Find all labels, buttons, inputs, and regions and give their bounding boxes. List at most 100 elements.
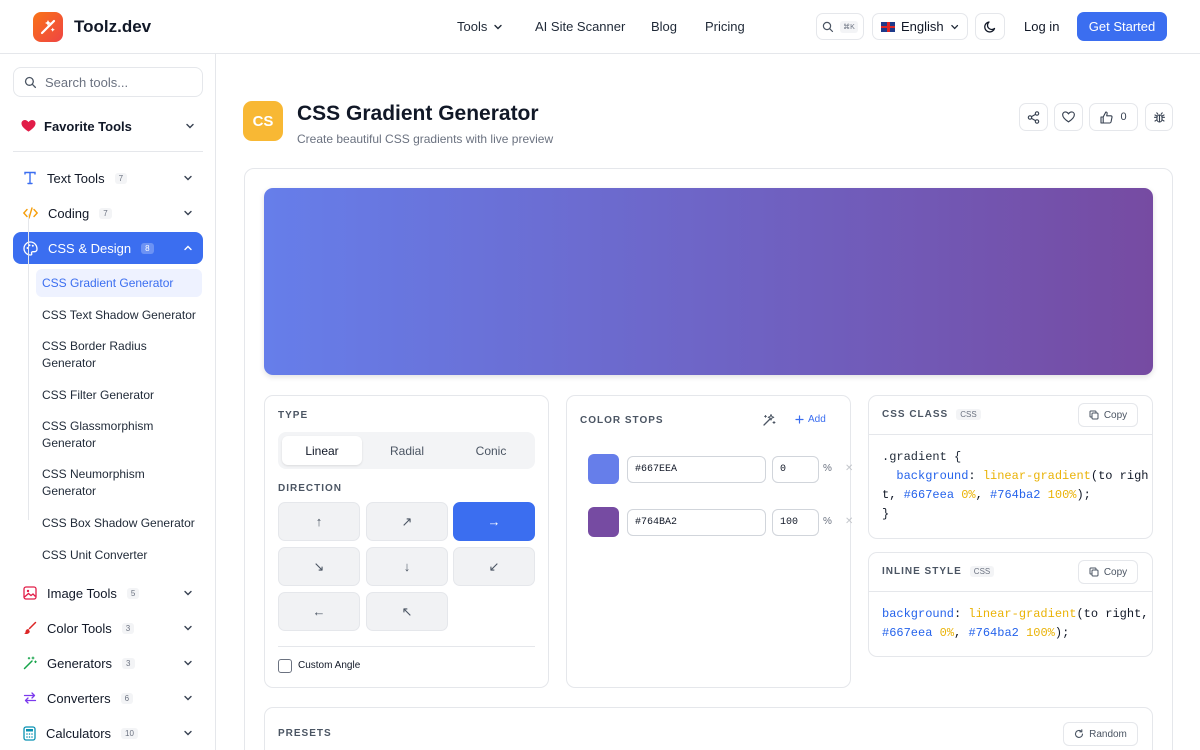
sidebar-tool-css-unit-converter[interactable]: CSS Unit Converter bbox=[36, 546, 202, 564]
share-button[interactable] bbox=[1019, 103, 1048, 131]
direction-down-left-button[interactable]: ↙ bbox=[453, 547, 535, 586]
css-class-code[interactable]: .gradient { background: linear-gradient(… bbox=[882, 448, 1148, 524]
inline-style-header: INLINE STYLE CSS bbox=[882, 566, 995, 577]
moon-icon bbox=[983, 21, 995, 33]
text-icon bbox=[24, 171, 36, 185]
sidebar-category-text-tools[interactable]: Text Tools 7 bbox=[13, 162, 203, 194]
thumbs-up-icon bbox=[1100, 110, 1114, 124]
like-button[interactable]: 0 bbox=[1089, 103, 1138, 131]
chevron-down-icon bbox=[184, 625, 192, 631]
category-label: Coding bbox=[48, 205, 90, 221]
color-stop-hex-input[interactable]: #667EEA bbox=[627, 456, 766, 483]
search-tools-input[interactable] bbox=[45, 74, 195, 90]
like-count: 0 bbox=[1120, 111, 1127, 123]
color-stop-position-input[interactable]: 100 bbox=[772, 509, 819, 536]
image-icon bbox=[23, 586, 37, 600]
sidebar-tool-css-border-radius-generator[interactable]: CSS Border Radius Generator bbox=[36, 338, 186, 372]
chevron-down-icon bbox=[184, 730, 192, 736]
category-label: Calculators bbox=[46, 725, 112, 741]
category-count: 6 bbox=[120, 692, 134, 704]
favorite-tools-toggle[interactable]: Favorite Tools bbox=[13, 109, 203, 143]
direction-left-button[interactable]: ← bbox=[278, 592, 360, 631]
copy-inline-style-button[interactable]: Copy bbox=[1078, 560, 1138, 584]
bug-icon bbox=[1153, 111, 1165, 123]
type-conic-option[interactable]: Conic bbox=[451, 436, 531, 465]
color-stop-swatch[interactable] bbox=[588, 454, 619, 484]
favorite-button[interactable] bbox=[1054, 103, 1083, 131]
custom-angle-checkbox[interactable] bbox=[278, 659, 292, 673]
color-stop-swatch[interactable] bbox=[588, 507, 619, 537]
sidebar-tool-css-text-shadow-generator[interactable]: CSS Text Shadow Generator bbox=[36, 306, 202, 324]
sidebar-tool-css-glassmorphism-generator[interactable]: CSS Glassmorphism Generator bbox=[36, 418, 186, 452]
get-started-button[interactable]: Get Started bbox=[1077, 12, 1167, 41]
sidebar-category-coding[interactable]: Coding 7 bbox=[13, 197, 203, 229]
nav-blog[interactable]: Blog bbox=[651, 19, 677, 34]
chevron-down-icon bbox=[184, 695, 192, 701]
sidebar-tool-css-gradient-generator[interactable]: CSS Gradient Generator bbox=[36, 269, 202, 297]
direction-down-button[interactable]: ↓ bbox=[366, 547, 448, 586]
copy-icon bbox=[1089, 410, 1099, 420]
search-icon bbox=[822, 21, 834, 32]
sidebar-category-calculators[interactable]: Calculators 10 bbox=[13, 717, 203, 749]
color-stop-position-input[interactable]: 0 bbox=[772, 456, 819, 483]
sidebar-category-image-tools[interactable]: Image Tools 5 bbox=[13, 577, 203, 609]
search-icon bbox=[24, 76, 37, 88]
add-stop-button[interactable]: Add bbox=[795, 414, 826, 425]
category-label: Image Tools bbox=[47, 585, 117, 601]
remove-stop-icon[interactable]: ✕ bbox=[845, 463, 853, 474]
category-count: 7 bbox=[99, 207, 112, 219]
color-stops-label: COLOR STOPS bbox=[580, 415, 664, 426]
chevron-down-icon bbox=[494, 24, 503, 29]
nav-tools[interactable]: Tools bbox=[457, 19, 503, 34]
nav-tools-label: Tools bbox=[457, 19, 488, 34]
logo-icon[interactable] bbox=[33, 12, 63, 42]
logo-text[interactable]: Toolz.dev bbox=[74, 17, 151, 37]
direction-right-button[interactable]: → bbox=[453, 502, 535, 541]
chevron-down-icon bbox=[184, 590, 192, 596]
inline-style-label: INLINE STYLE bbox=[882, 566, 962, 577]
login-link[interactable]: Log in bbox=[1024, 19, 1059, 34]
random-preset-button[interactable]: Random bbox=[1063, 722, 1138, 746]
color-stop-hex-input[interactable]: #764BA2 bbox=[627, 509, 766, 536]
sparkle-randomize-icon[interactable] bbox=[762, 413, 776, 427]
theme-toggle-button[interactable] bbox=[975, 13, 1005, 40]
category-count: 10 bbox=[121, 727, 138, 739]
uk-flag-icon bbox=[881, 21, 896, 32]
presets-label: PRESETS bbox=[278, 728, 332, 739]
css-class-header: CSS CLASS CSS bbox=[882, 409, 981, 420]
css-class-label: CSS CLASS bbox=[882, 409, 949, 420]
random-label: Random bbox=[1089, 728, 1127, 740]
category-count: 3 bbox=[121, 622, 135, 634]
direction-down-right-button[interactable]: ↘ bbox=[278, 547, 360, 586]
sidebar-tool-css-neumorphism-generator[interactable]: CSS Neumorphism Generator bbox=[36, 466, 186, 500]
direction-up-right-button[interactable]: ↗ bbox=[366, 502, 448, 541]
type-linear-option[interactable]: Linear bbox=[282, 436, 362, 465]
sidebar-tool-css-box-shadow-generator[interactable]: CSS Box Shadow Generator bbox=[36, 514, 202, 532]
custom-angle-label[interactable]: Custom Angle bbox=[298, 660, 360, 671]
sidebar-category-color-tools[interactable]: Color Tools 3 bbox=[13, 612, 203, 644]
chevron-down-icon bbox=[184, 660, 192, 666]
inline-style-code[interactable]: background: linear-gradient(to right, #6… bbox=[882, 605, 1148, 643]
nav-ai-site-scanner[interactable]: AI Site Scanner bbox=[535, 19, 625, 34]
calculator-icon bbox=[23, 725, 36, 741]
report-bug-button[interactable] bbox=[1145, 103, 1173, 131]
sidebar-category-css-design[interactable]: CSS & Design 8 bbox=[13, 232, 203, 264]
code-divider bbox=[869, 434, 1152, 435]
copy-css-class-button[interactable]: Copy bbox=[1078, 403, 1138, 427]
plus-icon bbox=[795, 415, 804, 424]
direction-up-button[interactable]: ↑ bbox=[278, 502, 360, 541]
sidebar-category-converters[interactable]: Converters 6 bbox=[13, 682, 203, 714]
chevron-up-icon bbox=[184, 245, 192, 251]
header-search-button[interactable]: ⌘K bbox=[816, 13, 864, 40]
type-radial-option[interactable]: Radial bbox=[367, 436, 447, 465]
nav-pricing[interactable]: Pricing bbox=[705, 19, 745, 34]
chevron-down-icon bbox=[184, 210, 192, 216]
sidebar-category-generators[interactable]: Generators 3 bbox=[13, 647, 203, 679]
category-count: 8 bbox=[141, 242, 154, 254]
language-selector[interactable]: English bbox=[872, 13, 968, 40]
remove-stop-icon[interactable]: ✕ bbox=[845, 516, 853, 527]
sidebar-tool-css-filter-generator[interactable]: CSS Filter Generator bbox=[36, 386, 202, 404]
sidebar-search[interactable] bbox=[13, 67, 203, 97]
category-label: Text Tools bbox=[47, 170, 105, 186]
direction-up-left-button[interactable]: ↖ bbox=[366, 592, 448, 631]
